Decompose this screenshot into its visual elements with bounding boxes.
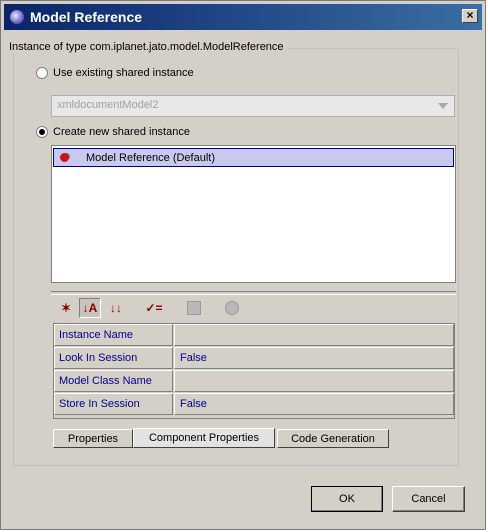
- ok-button[interactable]: OK: [311, 486, 383, 512]
- sort-by-type-button[interactable]: ↓↓: [105, 298, 127, 318]
- create-new-label: Create new shared instance: [53, 126, 190, 138]
- cancel-button[interactable]: Cancel: [392, 486, 465, 512]
- circle-icon: [225, 301, 239, 315]
- tab-code-generation[interactable]: Code Generation: [277, 429, 389, 448]
- title-bar[interactable]: Model Reference ×: [4, 4, 482, 30]
- property-name: Store In Session: [54, 393, 173, 415]
- unsorted-icon: ✶: [60, 301, 72, 315]
- window-title: Model Reference: [30, 9, 143, 25]
- instance-list[interactable]: Model Reference (Default): [51, 145, 456, 283]
- divider: [51, 291, 456, 295]
- create-new-option[interactable]: Create new shared instance: [36, 126, 190, 138]
- property-value[interactable]: [174, 324, 454, 346]
- sort-by-name-icon: ↓A: [82, 301, 98, 315]
- close-button[interactable]: ×: [462, 9, 478, 23]
- group-legend: Instance of type com.iplanet.jato.model.…: [9, 41, 288, 53]
- combo-value: xmldocumentModel2: [57, 99, 159, 111]
- customize-button[interactable]: ✓=: [143, 298, 165, 318]
- property-name: Model Class Name: [54, 370, 173, 392]
- property-name: Look In Session: [54, 347, 173, 369]
- chevron-down-icon: [438, 103, 448, 109]
- bean-icon: [60, 153, 69, 162]
- customize-icon: ✓=: [145, 301, 163, 315]
- model-reference-dialog: Model Reference × Instance of type com.i…: [0, 0, 486, 530]
- sort-by-type-icon: ↓↓: [110, 301, 122, 315]
- property-row[interactable]: Model Class Name: [54, 370, 454, 393]
- property-row[interactable]: Store In Session False: [54, 393, 454, 416]
- property-row[interactable]: Look In Session False: [54, 347, 454, 370]
- property-value[interactable]: False: [174, 393, 454, 415]
- property-value[interactable]: [174, 370, 454, 392]
- tab-properties[interactable]: Properties: [53, 429, 133, 448]
- tab-component-properties[interactable]: Component Properties: [133, 428, 275, 448]
- help-button[interactable]: [221, 298, 243, 318]
- use-existing-radio[interactable]: [36, 67, 48, 79]
- sort-by-name-button[interactable]: ↓A: [79, 298, 101, 318]
- existing-instance-combo: xmldocumentModel2: [51, 95, 455, 117]
- property-value[interactable]: False: [174, 347, 454, 369]
- create-new-radio[interactable]: [36, 126, 48, 138]
- unsorted-button[interactable]: ✶: [55, 298, 77, 318]
- toggle-button[interactable]: [183, 298, 205, 318]
- property-row[interactable]: Instance Name: [54, 324, 454, 347]
- close-icon: ×: [466, 8, 474, 22]
- list-item[interactable]: Model Reference (Default): [53, 148, 454, 167]
- use-existing-option[interactable]: Use existing shared instance: [36, 67, 194, 79]
- property-name: Instance Name: [54, 324, 173, 346]
- use-existing-label: Use existing shared instance: [53, 67, 194, 79]
- list-item-label: Model Reference (Default): [86, 151, 216, 164]
- property-sheet: Instance Name Look In Session False Mode…: [53, 323, 455, 419]
- square-icon: [187, 301, 201, 315]
- app-globe-icon: [9, 9, 25, 25]
